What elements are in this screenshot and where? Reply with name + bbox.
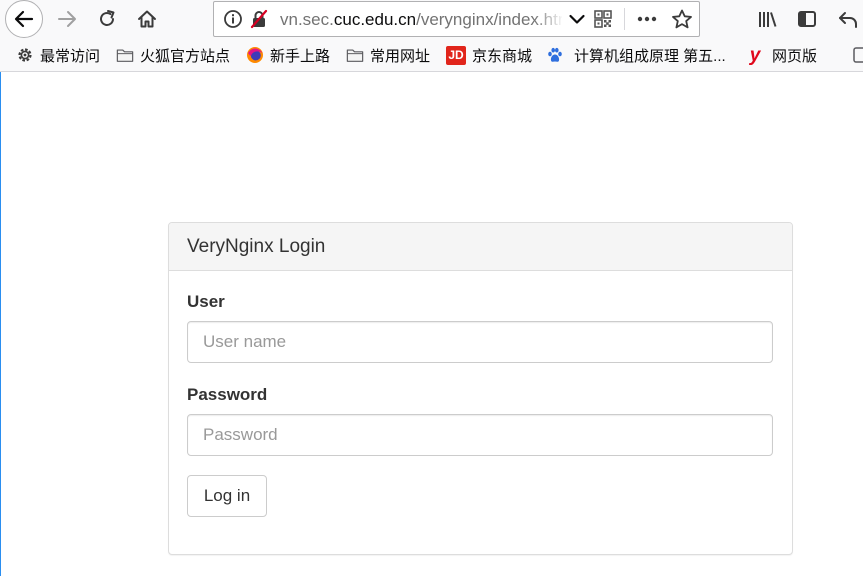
forward-button[interactable] [52, 4, 82, 34]
login-panel: VeryNginx Login User Password Log in [168, 222, 793, 555]
bookmark-common-sites[interactable]: 常用网址 [346, 38, 430, 72]
password-label: Password [187, 385, 268, 404]
firefox-icon [246, 46, 264, 64]
insecure-lock-icon[interactable] [248, 8, 270, 30]
username-input[interactable] [187, 321, 773, 363]
login-button[interactable]: Log in [187, 475, 267, 517]
overflow-device-icon[interactable] [852, 38, 863, 72]
login-panel-heading: VeryNginx Login [169, 223, 792, 271]
user-label: User [187, 292, 225, 311]
login-title: VeryNginx Login [187, 236, 326, 257]
browser-toolbar: vn.sec.cuc.edu.cn/verynginx/index.html [0, 0, 863, 38]
undo-icon [839, 12, 857, 28]
bookmark-getting-started[interactable]: 新手上路 [246, 38, 330, 72]
gear-icon [16, 46, 34, 64]
undo-button[interactable] [833, 4, 863, 34]
folder-icon [346, 46, 364, 64]
url-fade [534, 6, 564, 32]
bookmark-firefox-sites[interactable]: 火狐官方站点 [116, 38, 230, 72]
url-bar[interactable]: vn.sec.cuc.edu.cn/verynginx/index.html [213, 1, 700, 37]
bookmarks-toolbar: 最常访问 火狐官方站点 新手上路 常用网址 JD 京东商城 计算机组成原理 第五… [0, 38, 863, 72]
url-divider [624, 8, 625, 30]
sidebar-icon [798, 11, 816, 27]
arrow-left-icon [14, 10, 34, 28]
library-icon [759, 12, 777, 27]
library-button[interactable] [752, 4, 782, 34]
reload-button[interactable] [92, 4, 122, 34]
page-left-edge [0, 72, 1, 576]
folder-icon [116, 46, 134, 64]
home-button[interactable] [132, 4, 162, 34]
chevron-down-icon[interactable] [566, 8, 588, 30]
arrow-right-icon [58, 11, 76, 27]
page-actions-icon[interactable] [634, 8, 660, 30]
bookmark-computer-organization[interactable]: 计算机组成原理 第五... [546, 38, 726, 72]
back-button[interactable] [5, 0, 43, 38]
reload-icon [100, 10, 115, 26]
password-input[interactable] [187, 414, 773, 456]
bookmark-jd[interactable]: JD 京东商城 [446, 38, 532, 72]
paw-icon [546, 46, 564, 64]
youdao-icon: y [749, 44, 761, 66]
home-icon [138, 10, 156, 28]
info-icon[interactable] [222, 8, 244, 30]
qr-code-icon[interactable] [592, 8, 614, 30]
bookmark-youdao-web[interactable]: y 网页版 [746, 38, 817, 72]
bookmark-star-icon[interactable] [670, 8, 694, 30]
jd-icon: JD [446, 45, 466, 65]
bookmark-most-visited[interactable]: 最常访问 [16, 38, 100, 72]
url-text[interactable]: vn.sec.cuc.edu.cn/verynginx/index.html [280, 10, 562, 30]
sidebar-button[interactable] [792, 4, 822, 34]
